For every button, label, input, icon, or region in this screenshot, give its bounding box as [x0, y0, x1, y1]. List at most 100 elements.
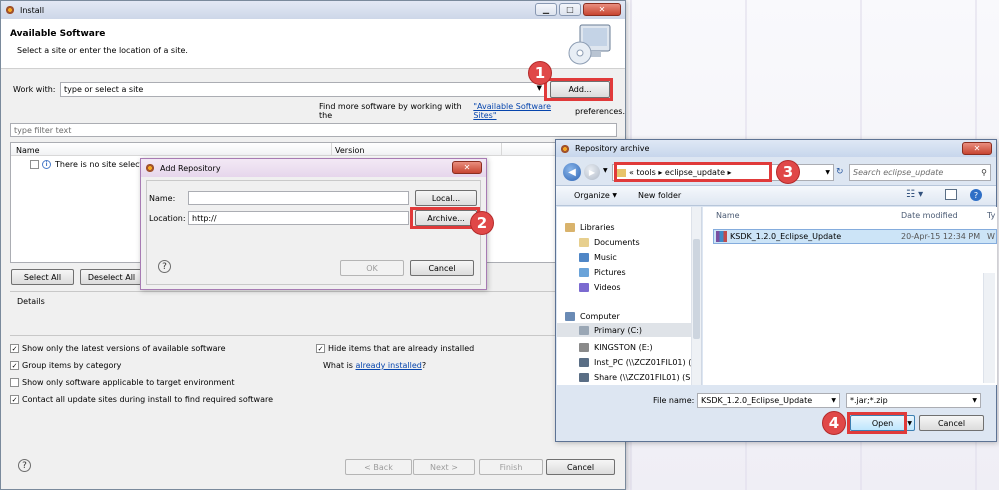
organize-label: Organize [574, 191, 610, 200]
add-repo-titlebar[interactable]: Add Repository ✕ [141, 159, 486, 177]
option-target-env[interactable]: Show only software applicable to target … [10, 378, 234, 387]
step-badge-3: 3 [776, 160, 800, 184]
option-contact-sites[interactable]: ✓ Contact all update sites during install… [10, 395, 273, 404]
ok-button[interactable]: OK [340, 260, 404, 276]
archive-toolbar [556, 185, 996, 206]
option-checkbox[interactable]: ✓ [316, 344, 325, 353]
maximize-icon[interactable]: □ [559, 3, 581, 16]
nav-documents[interactable]: Documents [579, 238, 640, 247]
col-date-header[interactable]: Date modified [901, 211, 958, 220]
file-name-cell: KSDK_1.2.0_Eclipse_Update [730, 232, 842, 241]
step-badge-2: 2 [470, 211, 494, 235]
back-nav-icon[interactable]: ◀ [563, 163, 581, 181]
winrar-icon [716, 231, 727, 242]
chevron-down-icon[interactable]: ▼ [831, 397, 836, 404]
chevron-down-icon[interactable]: ▼ [972, 397, 977, 404]
work-with-label: Work with: [13, 85, 56, 94]
close-icon[interactable]: ✕ [583, 3, 621, 16]
name-field[interactable] [188, 191, 409, 205]
cancel-button[interactable]: Cancel [919, 415, 984, 431]
archive-titlebar[interactable]: Repository archive ✕ [556, 140, 996, 157]
new-folder-button[interactable]: New folder [638, 191, 681, 200]
pictures-icon [579, 268, 589, 277]
nav-music[interactable]: Music [579, 253, 617, 262]
filename-label: File name: [653, 396, 695, 405]
nav-label: Pictures [594, 268, 626, 277]
col-name-header[interactable]: Name [16, 146, 40, 155]
file-type-select[interactable]: *.jar;*.zip ▼ [846, 393, 981, 408]
finish-button[interactable]: Finish [479, 459, 543, 475]
install-title: Install [20, 5, 45, 15]
filter-input[interactable]: type filter text [10, 123, 617, 137]
location-label: Location: [149, 214, 186, 223]
nav-label: Inst_PC (\\ZCZ01FIL01) (I [594, 358, 694, 367]
select-all-button[interactable]: Select All [11, 269, 74, 285]
local-button[interactable]: Local... [415, 190, 477, 206]
next-button[interactable]: Next > [413, 459, 475, 475]
help-icon[interactable]: ? [970, 189, 982, 201]
nav-primary-c[interactable]: Primary (C:) [579, 326, 642, 335]
help-icon[interactable]: ? [18, 459, 31, 472]
search-icon[interactable]: ⚲ [981, 168, 987, 177]
file-scrollbar[interactable] [983, 273, 995, 383]
nav-label: Videos [594, 283, 621, 292]
install-titlebar[interactable]: Install ▁ □ ✕ [1, 1, 625, 19]
preview-pane-icon[interactable] [945, 189, 957, 200]
option-checkbox[interactable]: ✓ [10, 344, 19, 353]
option-latest-versions[interactable]: ✓ Show only the latest versions of availa… [10, 344, 226, 353]
search-input[interactable]: Search eclipse_update ⚲ [849, 164, 991, 181]
already-installed-link[interactable]: already installed [356, 361, 422, 370]
chevron-down-icon[interactable]: ▼ [603, 167, 608, 174]
minimize-icon[interactable]: ▁ [535, 3, 557, 16]
view-options-icon[interactable]: ☷ ▾ [906, 189, 923, 200]
nav-scrollbar-thumb[interactable] [693, 239, 700, 339]
cancel-button[interactable]: Cancel [410, 260, 474, 276]
drive-icon [579, 326, 589, 335]
libraries-icon [565, 223, 575, 232]
option-label: Show only the latest versions of availab… [22, 344, 226, 353]
file-type-cell: W [987, 232, 995, 241]
what-is-row: What is already installed? [323, 361, 426, 370]
table-row[interactable]: i There is no site selected [30, 160, 153, 169]
no-site-text: There is no site selected [55, 160, 153, 169]
option-hide-installed[interactable]: ✓ Hide items that are already installed [316, 344, 474, 353]
forward-nav-icon[interactable]: ▶ [584, 164, 600, 180]
add-repository-dialog: Add Repository ✕ Name: Local... Location… [140, 158, 494, 290]
filename-input[interactable]: KSDK_1.2.0_Eclipse_Update ▼ [697, 393, 840, 408]
organize-button[interactable]: Organize ▼ [574, 191, 617, 200]
col-version-header[interactable]: Version [335, 146, 364, 155]
col-name-header[interactable]: Name [716, 211, 740, 220]
nav-computer[interactable]: Computer [565, 312, 620, 321]
cancel-button[interactable]: Cancel [546, 459, 615, 475]
nav-share[interactable]: Share (\\ZCZ01FIL01) (S:) [579, 373, 696, 382]
option-checkbox[interactable]: ✓ [10, 395, 19, 404]
location-field[interactable]: http:// [188, 211, 409, 225]
nav-videos[interactable]: Videos [579, 283, 621, 292]
music-icon [579, 253, 589, 262]
nav-kingston[interactable]: KINGSTON (E:) [579, 343, 653, 352]
col-type-header[interactable]: Ty [987, 211, 995, 220]
option-checkbox[interactable] [10, 378, 19, 387]
chevron-down-icon[interactable]: ▼ [537, 84, 542, 92]
what-is-prefix: What is [323, 361, 353, 370]
file-date-cell: 20-Apr-15 12:34 PM [901, 232, 981, 241]
option-checkbox[interactable]: ✓ [10, 361, 19, 370]
header-panel [1, 19, 625, 69]
back-button[interactable]: < Back [345, 459, 412, 475]
nav-inst-pc[interactable]: Inst_PC (\\ZCZ01FIL01) (I [579, 358, 694, 367]
nav-scrollbar[interactable] [691, 207, 701, 385]
close-icon[interactable]: ✕ [452, 161, 482, 174]
option-group-category[interactable]: ✓ Group items by category [10, 361, 121, 370]
available-sites-link[interactable]: "Available Software Sites" [473, 102, 572, 120]
nav-pictures[interactable]: Pictures [579, 268, 626, 277]
nav-libraries[interactable]: Libraries [565, 223, 615, 232]
row-checkbox[interactable] [30, 160, 39, 169]
deselect-all-button[interactable]: Deselect All [80, 269, 143, 285]
close-icon[interactable]: ✕ [962, 142, 992, 155]
work-with-combo[interactable]: type or select a site ▼ [60, 82, 546, 97]
table-row[interactable]: KSDK_1.2.0_Eclipse_Update 20-Apr-15 12:3… [713, 229, 997, 244]
help-icon[interactable]: ? [158, 260, 171, 273]
chevron-down-icon[interactable]: ▼ [825, 169, 830, 176]
col-divider [501, 143, 502, 156]
refresh-icon[interactable]: ↻ [836, 167, 844, 177]
